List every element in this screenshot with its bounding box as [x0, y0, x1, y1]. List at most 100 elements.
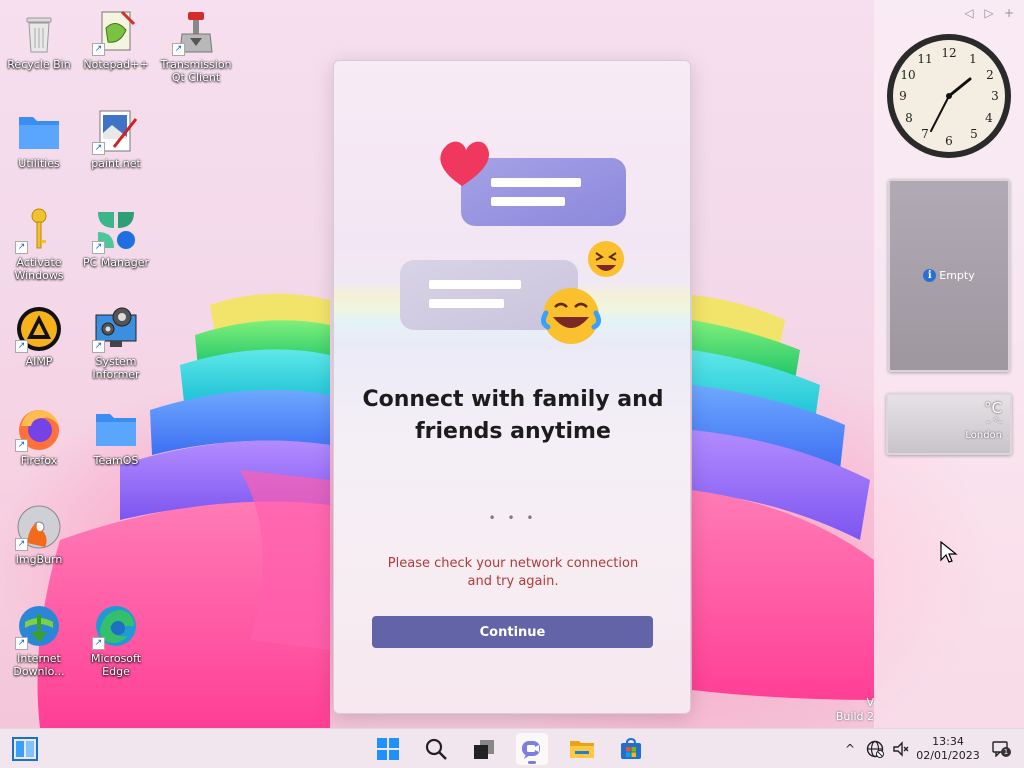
volume-button[interactable] [892, 729, 910, 768]
widgets-button[interactable] [9, 733, 41, 765]
widgets-icon [12, 737, 38, 761]
folder-icon [92, 404, 140, 452]
desktop-icon-internet-download-manager[interactable]: ↗ Internet Downlo... [3, 602, 75, 678]
svg-text:7: 7 [921, 127, 929, 141]
desktop-icon-paint-net[interactable]: ↗ paint.net [80, 107, 152, 170]
desktop-icon-teamos[interactable]: TeamOS [80, 404, 152, 467]
desktop-icon-transmission[interactable]: ↗ Transmission Qt Client [160, 8, 232, 84]
chevron-up-icon: ^ [845, 742, 856, 756]
windows-logo-icon [377, 738, 399, 760]
shortcut-arrow-icon: ↗ [15, 340, 28, 353]
network-button[interactable] [866, 729, 884, 768]
task-view-button[interactable] [468, 733, 500, 765]
key-icon: ↗ [15, 206, 63, 254]
sidebar-nav: ◁ ▷ + [962, 6, 1016, 20]
desktop-icon-label: System Informer [92, 355, 140, 381]
start-button[interactable] [372, 733, 404, 765]
desktop-icon-microsoft-edge[interactable]: ↗ Microsoft Edge [80, 602, 152, 678]
desktop-icon-pc-manager[interactable]: ↗ PC Manager [80, 206, 152, 269]
weather-city: London [965, 430, 1002, 441]
desktop-icon-label: Activate Windows [14, 256, 64, 282]
teams-chat-button[interactable] [516, 733, 548, 765]
paint-net-icon: ↗ [92, 107, 140, 155]
previous-icon[interactable]: ◁ [962, 6, 976, 20]
aimp-icon: ↗ [15, 305, 63, 353]
desktop-icon-label: PC Manager [82, 256, 150, 269]
shortcut-arrow-icon: ↗ [15, 241, 28, 254]
globe-icon [866, 740, 884, 758]
weather-temp: - °- [986, 417, 1002, 428]
clock-gadget[interactable]: 12 12 3 45 6 78 9 1011 [886, 33, 1012, 159]
svg-text:1: 1 [969, 52, 977, 66]
add-gadget-icon[interactable]: + [1002, 6, 1016, 20]
system-informer-icon: ↗ [92, 305, 140, 353]
weather-gadget[interactable]: °C - °- London [886, 393, 1012, 455]
svg-text:4: 4 [985, 111, 993, 125]
svg-text:9: 9 [899, 89, 907, 103]
desktop-icon-label: Recycle Bin [7, 58, 71, 71]
desktop-icon-label: Internet Downlo... [13, 652, 65, 678]
dialog-title-line2: friends anytime [415, 419, 611, 444]
notification-center-button[interactable]: 1 [992, 741, 1011, 758]
svg-text:11: 11 [917, 52, 932, 66]
microsoft-store-icon [621, 737, 641, 759]
desktop-icon-label: Firefox [20, 454, 58, 467]
desktop-icon-recycle-bin[interactable]: Recycle Bin [3, 8, 75, 71]
notepad-plus-plus-icon: ↗ [92, 8, 140, 56]
taskbar: ^ 13:34 02/01/2023 1 [0, 728, 1024, 768]
dialog-title: Connect with family and friends anytime [334, 384, 690, 448]
desktop-icon-label: Notepad++ [83, 58, 149, 71]
svg-text:3: 3 [991, 89, 999, 103]
pc-manager-icon: ↗ [92, 206, 140, 254]
continue-button[interactable]: Continue [372, 616, 653, 648]
desktop-icon-notepad-plus-plus[interactable]: ↗ Notepad++ [80, 8, 152, 71]
teams-welcome-dialog: Connect with family and friends anytime … [333, 60, 691, 714]
imgburn-icon: ↗ [15, 503, 63, 551]
info-icon: i [923, 269, 937, 282]
notification-count-badge: 1 [1001, 747, 1011, 757]
network-error-message: Please check your network connection and… [387, 556, 639, 589]
shortcut-arrow-icon: ↗ [15, 637, 28, 650]
empty-gadget[interactable]: i Empty [888, 179, 1010, 372]
shortcut-arrow-icon: ↗ [92, 241, 105, 254]
svg-text:10: 10 [900, 68, 915, 82]
dialog-title-line1: Connect with family and [362, 387, 664, 412]
desktop-icon-label: TeamOS [93, 454, 139, 467]
taskbar-clock[interactable]: 13:34 02/01/2023 [916, 735, 980, 763]
gadget-sidebar: ◁ ▷ + 12 1 2 3 45 6 78 9 10 11 i Empty °C - °-… [874, 0, 1024, 728]
shortcut-arrow-icon: ↗ [92, 43, 105, 56]
taskbar-date: 02/01/2023 [916, 749, 980, 762]
svg-text:6: 6 [945, 134, 953, 148]
desktop-icon-activate-windows[interactable]: ↗ Activate Windows [3, 206, 75, 282]
desktop-icon-imgburn[interactable]: ↗ ImgBurn [3, 503, 75, 566]
microsoft-edge-icon: ↗ [92, 602, 140, 650]
desktop-icon-firefox[interactable]: ↗ Firefox [3, 404, 75, 467]
show-hidden-icons-button[interactable]: ^ [845, 729, 855, 768]
firefox-icon: ↗ [15, 404, 63, 452]
desktop-icon-label: Microsoft Edge [90, 652, 142, 678]
svg-text:2: 2 [986, 68, 994, 82]
desktop-icon-aimp[interactable]: ↗ AIMP [3, 305, 75, 368]
taskbar-time: 13:34 [932, 735, 964, 748]
empty-gadget-label: Empty [939, 269, 975, 282]
chat-illustration [400, 141, 626, 344]
search-button[interactable] [420, 733, 452, 765]
search-icon [425, 738, 447, 760]
desktop-icon-label: paint.net [91, 157, 141, 170]
desktop-icon-label: Utilities [18, 157, 60, 170]
build-watermark: V Build 2 [836, 696, 874, 724]
file-explorer-button[interactable] [566, 733, 598, 765]
watermark-line2: Build 2 [835, 710, 874, 723]
microsoft-store-button[interactable] [615, 733, 647, 765]
speaker-muted-icon [893, 741, 909, 757]
svg-text:5: 5 [970, 127, 978, 141]
shortcut-arrow-icon: ↗ [92, 340, 105, 353]
folder-icon [15, 107, 63, 155]
next-icon[interactable]: ▷ [982, 6, 996, 20]
recycle-bin-icon [15, 8, 63, 56]
desktop-icon-system-informer[interactable]: ↗ System Informer [80, 305, 152, 381]
shortcut-arrow-icon: ↗ [15, 439, 28, 452]
desktop-icon-utilities[interactable]: Utilities [3, 107, 75, 170]
desktop-icon-label: ImgBurn [15, 553, 63, 566]
internet-download-manager-icon: ↗ [15, 602, 63, 650]
